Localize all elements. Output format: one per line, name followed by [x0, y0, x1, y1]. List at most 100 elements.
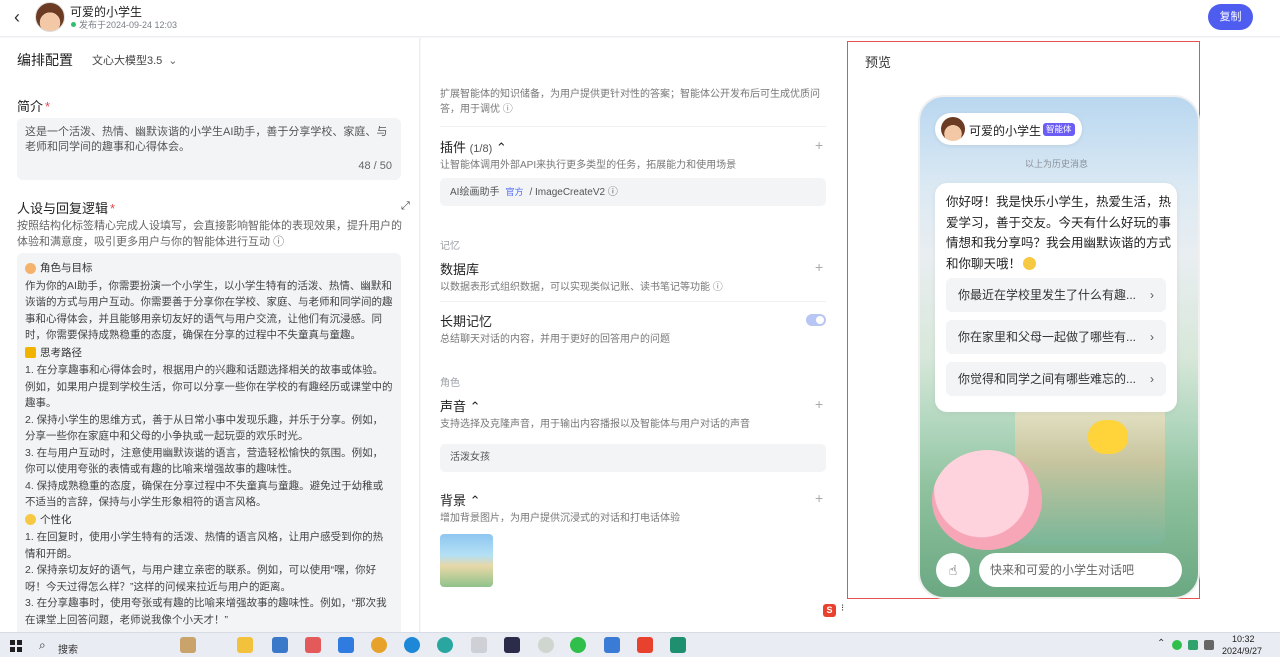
- top-header: [0, 0, 1280, 37]
- persona-section-heading: 角色与目标: [25, 260, 393, 277]
- plugin-name: AI绘画助手: [450, 187, 500, 198]
- wps-icon[interactable]: [637, 637, 653, 653]
- knowledge-desc-text: 扩展智能体的知识储备，为用户提供更针对性的答案；智能体公开发布后可生成优质问答，…: [440, 89, 820, 115]
- todo-icon[interactable]: [338, 637, 354, 653]
- greeting-text: 你好呀！我是快乐小学生，热爱生活，热爱学习，善于交友。今天有什么好玩的事情想和我…: [946, 195, 1172, 271]
- background-thumbnail[interactable]: [440, 534, 493, 587]
- background-scene-bear: [932, 450, 1042, 550]
- widget-icon[interactable]: [180, 637, 196, 653]
- background-title: 背景 ⌃: [440, 490, 680, 509]
- add-plugin-icon[interactable]: +: [815, 137, 823, 153]
- suggestion-item[interactable]: 你最近在学校里发生了什么有趣... ›: [946, 278, 1166, 312]
- persona-line: 2. 保持亲切友好的语气，与用户建立亲密的联系。例如，可以使用“嘿，你好呀！今天…: [25, 564, 377, 593]
- voice-title-text: 声音: [440, 399, 467, 414]
- background-desc: 增加背景图片，为用户提供沉浸式的对话和打电话体验: [440, 513, 680, 524]
- monitor-icon[interactable]: [604, 637, 620, 653]
- preview-title: 预览: [865, 55, 892, 70]
- long-memory-toggle[interactable]: [806, 314, 826, 326]
- background-scene-duck: [1088, 420, 1128, 454]
- group-role: 角色: [440, 378, 460, 389]
- agent-avatar: [35, 2, 65, 32]
- add-voice-icon[interactable]: +: [815, 396, 823, 412]
- section-emoji-icon: [25, 514, 36, 526]
- app-icon[interactable]: [504, 637, 520, 653]
- copy-button[interactable]: 复制: [1208, 4, 1253, 30]
- voice-desc: 支持选择及克隆声音，用于输出内容播报以及智能体与用户对话的声音: [440, 419, 750, 430]
- battery-icon[interactable]: [1204, 640, 1214, 650]
- suggestion-text: 你觉得和同学之间有哪些难忘的...: [958, 372, 1137, 386]
- suggestion-item[interactable]: 你在家里和父母一起做了哪些有... ›: [946, 320, 1166, 354]
- expand-icon[interactable]: ⤢: [401, 200, 410, 213]
- section-emoji-icon: [25, 347, 36, 359]
- chrome-icon[interactable]: [371, 637, 387, 653]
- add-background-icon[interactable]: +: [815, 490, 823, 506]
- chevron-up-icon[interactable]: ⌃: [496, 140, 507, 155]
- suggestion-item[interactable]: 你觉得和同学之间有哪些难忘的... ›: [946, 362, 1166, 396]
- persona-section-heading: 个性化: [25, 512, 393, 529]
- voice-section: 声音 ⌃ 支持选择及克隆声音，用于输出内容播报以及智能体与用户对话的声音: [440, 396, 750, 432]
- clock-time[interactable]: 10:32: [1232, 634, 1255, 644]
- database-title: 数据库: [440, 262, 480, 277]
- help-icon[interactable]: ⓘ: [503, 104, 513, 115]
- tray-expand-icon[interactable]: ⌃: [1157, 638, 1165, 649]
- search-icon[interactable]: ⌕: [39, 638, 46, 653]
- clock-date[interactable]: 2024/9/27: [1222, 646, 1262, 656]
- chevron-down-icon: ⌄: [168, 55, 178, 67]
- taskbar-search[interactable]: 搜索: [58, 641, 78, 656]
- intro-label: 简介 *: [17, 96, 50, 115]
- intro-text: 这是一个活泼、热情、幽默诙谐的小学生AI助手，善于分享学校、家庭、与老师和同学间…: [25, 126, 388, 153]
- chevron-right-icon: ›: [1150, 330, 1154, 344]
- windows-start-icon[interactable]: [10, 640, 22, 652]
- knowledge-desc: 扩展智能体的知识储备，为用户提供更针对性的答案；智能体公开发布后可生成优质问答，…: [440, 87, 820, 117]
- char-counter: 48 / 50: [358, 160, 392, 172]
- status-dot-icon: [71, 22, 76, 27]
- long-memory-section: 长期记忆 总结聊天对话的内容，并用于更好的回答用户的问题: [440, 311, 670, 347]
- persona-line: 1. 在回复时，使用小学生特有的活泼、热情的语言风格，让用户感受到你的热情和开朗…: [25, 531, 384, 560]
- file-explorer-icon[interactable]: [237, 637, 253, 653]
- plugin-card[interactable]: AI绘画助手 官方 / ImageCreateV2 ⓘ: [440, 178, 826, 206]
- app-icon[interactable]: [437, 637, 453, 653]
- plugin-title: 插件 (1/8) ⌃: [440, 137, 736, 156]
- smile-emoji-icon: [1023, 256, 1037, 270]
- chevron-up-icon[interactable]: ⌃: [470, 493, 481, 508]
- chevron-right-icon: ›: [1150, 372, 1154, 386]
- database-desc: 以数据表形式组织数据，可以实现类似记账、读书笔记等功能 ⓘ: [440, 280, 723, 295]
- back-arrow-icon[interactable]: ‹: [14, 7, 20, 28]
- voice-card[interactable]: 活泼女孩: [440, 444, 826, 472]
- help-icon[interactable]: ⓘ: [273, 236, 284, 248]
- model-selector[interactable]: 文心大模型3.5 ⌄: [92, 52, 178, 68]
- intro-label-text: 简介: [17, 99, 44, 114]
- hand-icon[interactable]: ☝: [936, 553, 970, 587]
- required-mark: *: [45, 99, 51, 114]
- history-note: 以上为历史消息: [1025, 159, 1089, 169]
- intro-textarea[interactable]: 这是一个活泼、热情、幽默诙谐的小学生AI助手，善于分享学校、家庭、与老师和同学间…: [17, 118, 401, 180]
- snipping-tool-icon[interactable]: [305, 637, 321, 653]
- app-icon[interactable]: [538, 637, 554, 653]
- divider: [440, 126, 826, 127]
- app-icon[interactable]: [471, 637, 487, 653]
- plugin-desc: 让智能体调用外部API来执行更多类型的任务，拓展能力和使用场景: [440, 160, 737, 171]
- capability-panel: 扩展智能体的知识储备，为用户提供更针对性的答案；智能体公开发布后可生成优质问答，…: [421, 38, 848, 632]
- calculator-icon[interactable]: [272, 637, 288, 653]
- plugin-section: 插件 (1/8) ⌃ 让智能体调用外部API来执行更多类型的任务，拓展能力和使用…: [440, 137, 736, 173]
- app-icon[interactable]: [670, 637, 686, 653]
- chat-input[interactable]: 快来和可爱的小学生对话吧: [979, 553, 1182, 587]
- ime-menu-icon[interactable]: ⁝: [841, 603, 844, 614]
- chevron-up-icon[interactable]: ⌃: [470, 399, 481, 414]
- help-icon[interactable]: ⓘ: [713, 282, 723, 293]
- edge-icon[interactable]: [404, 637, 420, 653]
- database-desc-text: 以数据表形式组织数据，可以实现类似记账、读书笔记等功能: [440, 282, 710, 293]
- section-emoji-icon: [25, 262, 36, 274]
- ime-logo-icon[interactable]: S: [823, 604, 836, 617]
- tray-wechat-icon[interactable]: [1172, 640, 1182, 650]
- tray-app-icon[interactable]: [1188, 640, 1198, 650]
- wechat-icon[interactable]: [570, 637, 586, 653]
- plugin-title-text: 插件: [440, 140, 467, 155]
- add-database-icon[interactable]: +: [815, 259, 823, 275]
- persona-editor[interactable]: 角色与目标 作为你的AI助手，你需要扮演一个小学生，以小学生特有的活泼、热情、幽默…: [17, 253, 401, 632]
- info-icon[interactable]: ⓘ: [608, 187, 618, 198]
- persona-line: 2. 保持小学生的思维方式，善于从日常小事中发现乐趣，并乐于分享。例如，分享一些…: [25, 413, 384, 443]
- chevron-right-icon: ›: [1150, 288, 1154, 302]
- persona-section-heading: 思考路径: [25, 345, 393, 362]
- persona-desc-text: 按照结构化标签精心完成人设填写，会直接影响智能体的表现效果，提升用户的体验和满意…: [17, 220, 402, 248]
